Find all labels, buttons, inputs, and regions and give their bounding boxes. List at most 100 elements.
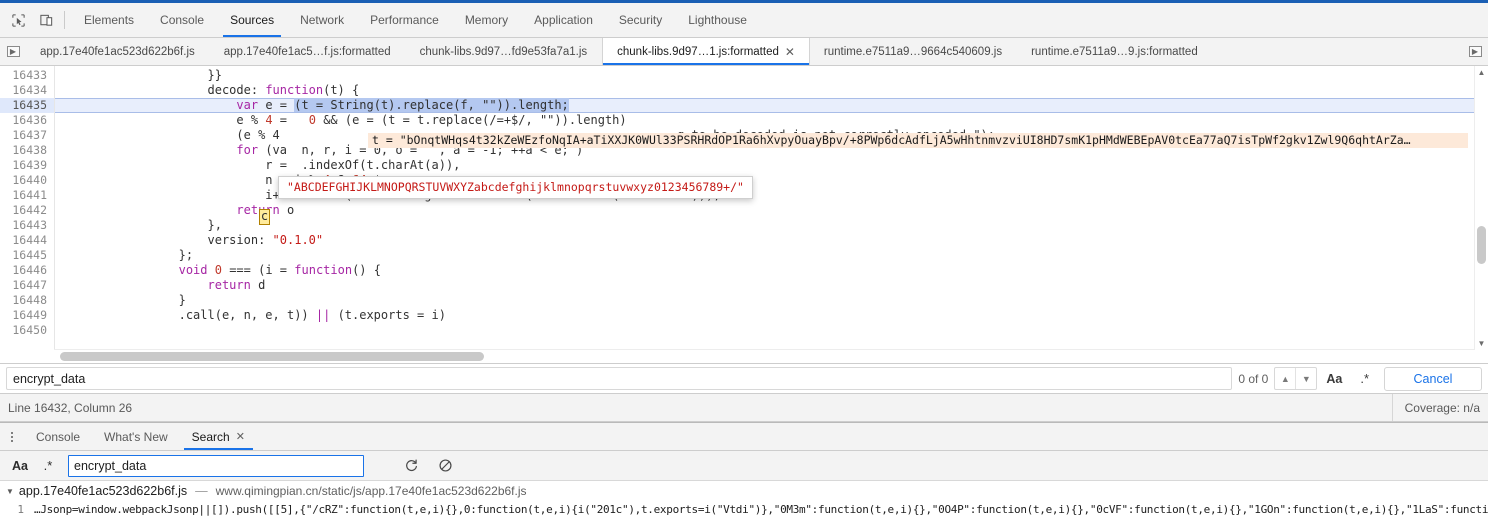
source-tab-label: app.17e40fe1ac5…f.js:formatted: [223, 45, 391, 58]
drawer-tab-search[interactable]: Search ✕: [180, 423, 257, 450]
code-line[interactable]: version: "0.1.0": [55, 233, 1488, 248]
code-line[interactable]: i++ % 4 && (o += String.fromCharCode(255…: [55, 188, 1488, 203]
drawer-tab-console[interactable]: Console: [24, 423, 92, 450]
code-editor[interactable]: 16433 16434 16435 16436 16437 16438 16439 16440…: [0, 66, 1488, 363]
inspect-element-icon[interactable]: [4, 3, 32, 37]
search-result-url: www.qimingpian.cn/static/js/app.17e40fe1…: [215, 484, 527, 498]
line-number[interactable]: 16437: [0, 128, 54, 143]
panel-left-icon: ▶: [6, 46, 20, 57]
code-line[interactable]: e % 4 = 0 && (e = (t = t.replace(/=+$/, …: [55, 113, 1488, 128]
code-line[interactable]: void 0 === (i = function() {: [55, 263, 1488, 278]
chevron-down-icon[interactable]: ▼: [6, 487, 14, 496]
source-tab-app-js-formatted[interactable]: app.17e40fe1ac5…f.js:formatted: [210, 38, 406, 65]
tab-lighthouse[interactable]: Lighthouse: [675, 3, 760, 37]
scroll-down-arrow-icon[interactable]: ▼: [1475, 337, 1488, 349]
code-line[interactable]: };: [55, 248, 1488, 263]
line-number[interactable]: 16438: [0, 143, 54, 158]
code-line[interactable]: return d: [55, 278, 1488, 293]
tab-performance-label: Performance: [370, 13, 439, 27]
code-line[interactable]: var e = (t = String(t).replace(f, "")).l…: [55, 98, 1488, 113]
editor-vertical-scrollbar[interactable]: ▲ ▼: [1474, 66, 1488, 349]
search-input[interactable]: [68, 454, 364, 477]
close-icon[interactable]: ✕: [236, 430, 245, 443]
line-number[interactable]: 16434: [0, 83, 54, 98]
code-line[interactable]: }: [55, 293, 1488, 308]
find-regex-button[interactable]: .*: [1351, 371, 1378, 386]
code-line[interactable]: .call(e, n, e, t)) || (t.exports = i): [55, 308, 1488, 323]
code-line[interactable]: decode: function(t) {: [55, 83, 1488, 98]
tab-performance[interactable]: Performance: [357, 3, 452, 37]
refresh-icon[interactable]: [394, 458, 428, 473]
editor-horizontal-scrollbar[interactable]: [54, 349, 1475, 363]
horizontal-scroll-thumb[interactable]: [60, 352, 484, 361]
source-tab-runtime-js[interactable]: runtime.e7511a9…9664c540609.js: [810, 38, 1017, 65]
source-tab-runtime-js-formatted[interactable]: runtime.e7511a9…9.js:formatted: [1017, 38, 1213, 65]
code-line[interactable]: [55, 323, 1488, 338]
line-number[interactable]: 16436: [0, 113, 54, 128]
line-number[interactable]: 16450: [0, 323, 54, 338]
tab-console[interactable]: Console: [147, 3, 217, 37]
scroll-up-arrow-icon[interactable]: ▲: [1475, 66, 1488, 78]
line-number[interactable]: 16446: [0, 263, 54, 278]
drawer-tab-bar: Console What's New Search ✕: [0, 423, 1488, 451]
find-next-icon[interactable]: ▼: [1295, 368, 1316, 389]
tab-memory-label: Memory: [464, 13, 509, 27]
code-line[interactable]: r = .indexOf(t.charAt(a)),: [55, 158, 1488, 173]
source-tab-label: chunk-libs.9d97…1.js:formatted: [617, 45, 779, 58]
toggle-device-toolbar-icon[interactable]: [32, 3, 60, 37]
line-number[interactable]: 16435: [0, 98, 54, 113]
drawer-tab-label: Console: [36, 429, 81, 444]
code-line[interactable]: }}: [55, 68, 1488, 83]
drawer-panel: Console What's New Search ✕ Aa .* encryp…: [0, 422, 1488, 518]
line-number[interactable]: 16445: [0, 248, 54, 263]
tab-elements[interactable]: Elements: [71, 3, 147, 37]
tab-network[interactable]: Network: [287, 3, 357, 37]
tab-application[interactable]: Application: [521, 3, 606, 37]
close-icon[interactable]: ✕: [785, 46, 795, 58]
line-number[interactable]: 16444: [0, 233, 54, 248]
line-number[interactable]: 16442: [0, 203, 54, 218]
drawer-more-options-icon[interactable]: [0, 423, 24, 450]
token-highlight-box: c: [259, 209, 270, 225]
drawer-tab-label: What's New: [104, 429, 168, 444]
coverage-label: Coverage: n/a: [1391, 394, 1480, 421]
editor-status-bar: Line 16432, Column 26 Coverage: n/a: [0, 394, 1488, 422]
source-tab-label: runtime.e7511a9…9.js:formatted: [1031, 45, 1198, 58]
find-previous-icon[interactable]: ▲: [1275, 368, 1295, 389]
source-file-tab-bar: ▶ app.17e40fe1ac523d622b6f.js app.17e40f…: [0, 38, 1488, 66]
line-number[interactable]: 16447: [0, 278, 54, 293]
tab-elements-label: Elements: [84, 13, 135, 27]
line-number[interactable]: 16439: [0, 158, 54, 173]
tab-memory[interactable]: Memory: [452, 3, 521, 37]
code-line[interactable]: n = i % 4 ? 64 * n + r : r,: [55, 173, 1488, 188]
find-cancel-button[interactable]: Cancel: [1384, 366, 1482, 391]
tab-sources[interactable]: Sources: [217, 3, 287, 37]
line-number[interactable]: 16448: [0, 293, 54, 308]
source-tab-chunk-libs-js-formatted[interactable]: chunk-libs.9d97…1.js:formatted ✕: [602, 38, 810, 65]
editor-content: 16433 16434 16435 16436 16437 16438 16439 16440…: [0, 66, 1488, 363]
search-match-case-button[interactable]: Aa: [6, 459, 34, 473]
search-result-match[interactable]: 1 …Jsonp=window.webpackJsonp||[]).push([…: [0, 501, 1488, 518]
vertical-scroll-thumb[interactable]: [1477, 226, 1486, 264]
line-number[interactable]: 16440: [0, 173, 54, 188]
line-number[interactable]: 16441: [0, 188, 54, 203]
tab-lighthouse-label: Lighthouse: [688, 13, 747, 27]
find-match-count: 0 of 0: [1238, 371, 1269, 386]
search-result-line-text: …Jsonp=window.webpackJsonp||[]).push([[5…: [34, 503, 1488, 516]
line-number-gutter: 16433 16434 16435 16436 16437 16438 16439 16440…: [0, 66, 55, 363]
line-number[interactable]: 16433: [0, 68, 54, 83]
search-result-file-header[interactable]: ▼ app.17e40fe1ac523d622b6f.js — www.qimi…: [0, 481, 1488, 501]
line-number[interactable]: 16443: [0, 218, 54, 233]
drawer-tab-label: Search: [191, 429, 230, 444]
show-debugger-sidebar-icon[interactable]: ▶: [1462, 38, 1488, 65]
line-number[interactable]: 16449: [0, 308, 54, 323]
search-regex-button[interactable]: .*: [34, 458, 62, 473]
find-match-case-button[interactable]: Aa: [1317, 372, 1351, 386]
source-tab-chunk-libs-js[interactable]: chunk-libs.9d97…fd9e53fa7a1.js: [406, 38, 603, 65]
clear-icon[interactable]: [428, 458, 462, 473]
show-navigator-icon[interactable]: ▶: [0, 38, 26, 65]
source-tab-app-js[interactable]: app.17e40fe1ac523d622b6f.js: [26, 38, 210, 65]
tab-security[interactable]: Security: [606, 3, 675, 37]
drawer-tab-whats-new[interactable]: What's New: [92, 423, 180, 450]
find-input[interactable]: [6, 367, 1233, 390]
